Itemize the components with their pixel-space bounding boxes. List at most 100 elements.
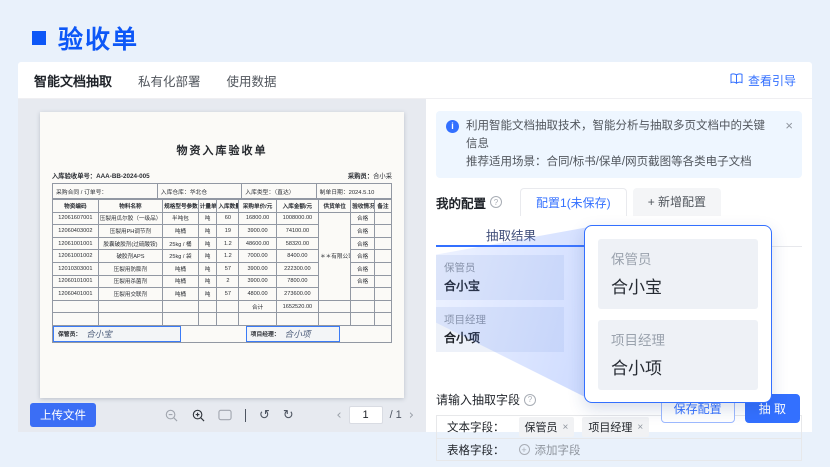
doc-cell (198, 313, 217, 326)
view-guide-link[interactable]: 查看引导 (730, 72, 796, 89)
rotate-right-icon[interactable]: ↻ (283, 408, 294, 423)
doc-cell: 吨 (198, 225, 217, 238)
doc-table-row: 12061607001压裂用瓜尔胶（一级品）半吨包吨6016800.001008… (53, 212, 392, 225)
doc-cell: 12061001001 (53, 237, 99, 250)
doc-table-header: 物资编码物料名称规格型号参数计量单位入库数量采购单价/元入库金额/元供货单位验收… (53, 200, 392, 213)
tag-remove-icon[interactable]: × (637, 422, 643, 433)
doc-cell (239, 313, 276, 326)
field-tag[interactable]: 保管员 × (519, 417, 575, 437)
nav-tab[interactable]: 私有化部署 (138, 71, 201, 90)
doc-cell (163, 313, 199, 326)
doc-cell: 合格 (351, 212, 375, 225)
doc-cell: 58320.00 (276, 237, 318, 250)
doc-cell: 12061607001 (53, 212, 99, 225)
doc-cell (375, 288, 392, 301)
info-icon: i (446, 120, 459, 133)
title-square-icon (32, 31, 46, 45)
doc-cell: 吨桶 (163, 288, 199, 301)
doc-col-header: 入库金额/元 (276, 200, 318, 213)
doc-total-row: 合计1652520.00 (53, 300, 392, 313)
doc-cell: 2 (217, 275, 239, 288)
page-header: 验收单 (32, 20, 139, 56)
doc-cell (351, 313, 375, 326)
nav-tab[interactable]: 智能文档抽取 (34, 71, 112, 90)
page-total: / 1 (390, 409, 402, 421)
doc-meta-row: 采购合同 / 订单号： 入库仓库：华北仓 入库类型：（直达） 制单日期：2024… (52, 183, 392, 199)
doc-cell: 合计 (239, 300, 276, 313)
doc-receipt-no-label: 入库验收单号： (52, 173, 96, 180)
doc-cell: 25kg / 袋 (163, 250, 199, 263)
main-card: 智能文档抽取 私有化部署 使用数据 查看引导 物资入库验收单 入库验收单号：AAA-… (18, 62, 812, 432)
doc-cell: 破胶剂APS (98, 250, 162, 263)
upload-file-button[interactable]: 上传文件 (30, 403, 96, 427)
doc-cell: 压裂用杀菌剂 (98, 275, 162, 288)
view-guide-label: 查看引导 (748, 72, 796, 89)
config-help-icon[interactable]: ? (490, 196, 502, 208)
add-config-tab[interactable]: + 新增配置 (633, 188, 721, 216)
popup-result-label: 保管员 (611, 248, 745, 268)
info-banner: i 利用智能文档抽取技术，智能分析与抽取多页文档中的关键信息 推荐适用场景：合同… (436, 111, 802, 178)
doc-col-header: 采购单价/元 (239, 200, 276, 213)
config-tab-1[interactable]: 配置1(未保存) (520, 188, 627, 216)
doc-title: 物资入库验收单 (52, 142, 392, 158)
banner-close-icon[interactable]: × (785, 116, 793, 136)
field-tag-label: 保管员 (525, 419, 558, 435)
doc-cell: 57 (217, 262, 239, 275)
field-tag[interactable]: 项目经理 × (582, 417, 649, 437)
doc-cell: 12061001002 (53, 250, 99, 263)
top-tabbar: 智能文档抽取 私有化部署 使用数据 查看引导 (18, 62, 812, 99)
doc-cell (217, 300, 239, 313)
keeper-detection-box[interactable]: 保管员： 合小宝 (53, 326, 181, 342)
nav-tab[interactable]: 使用数据 (227, 71, 277, 90)
doc-col-header: 备注 (375, 200, 392, 213)
pm-detection-box[interactable]: 项目经理： 合小项 (246, 326, 341, 342)
doc-cell: 胶囊破胶剂(过硫酸铵) (98, 237, 162, 250)
doc-cell: 半吨包 (163, 212, 199, 225)
doc-buyer-label: 采购员： (348, 173, 373, 180)
doc-cell (351, 288, 375, 301)
doc-info-line: 入库验收单号：AAA-BB-2024-005 采购员：合小采 (52, 171, 392, 180)
popup-result-label: 项目经理 (611, 329, 745, 349)
tag-remove-icon[interactable]: × (563, 422, 569, 433)
rotate-left-icon[interactable]: ↺ (259, 408, 270, 423)
doc-cell: 25kg / 桶 (163, 237, 199, 250)
doc-signature-row: 保管员： 合小宝 项目经理： 合小项 (52, 326, 392, 343)
add-field-label: 添加字段 (535, 442, 581, 458)
add-field-button[interactable]: + 添加字段 (519, 442, 581, 458)
fit-view-icon[interactable] (218, 408, 232, 422)
doc-table: 物资编码物料名称规格型号参数计量单位入库数量采购单价/元入库金额/元供货单位验收… (52, 199, 392, 326)
doc-cell: 1008000.00 (276, 212, 318, 225)
pm-label: 项目经理： (251, 329, 280, 338)
zoom-out-icon[interactable] (164, 408, 178, 422)
doc-meta-date: 制单日期：2024.5.10 (317, 184, 391, 198)
banner-line1: 利用智能文档抽取技术，智能分析与抽取多页文档中的关键信息 (466, 118, 776, 154)
page-number-input[interactable] (349, 406, 383, 424)
document-preview-panel: 物资入库验收单 入库验收单号：AAA-BB-2024-005 采购员：合小采 采… (18, 99, 426, 432)
magnifier-beam (436, 227, 586, 397)
document-image[interactable]: 物资入库验收单 入库验收单号：AAA-BB-2024-005 采购员：合小采 采… (40, 112, 404, 398)
zoom-in-icon[interactable] (191, 408, 205, 422)
doc-cell: 273600.00 (276, 288, 318, 301)
next-page-icon[interactable]: › (409, 408, 414, 423)
doc-meta-contract: 采购合同 / 订单号： (53, 184, 158, 198)
field-tag-label: 项目经理 (588, 419, 632, 435)
prev-page-icon[interactable]: ‹ (336, 408, 341, 423)
doc-col-header: 物资编码 (53, 200, 99, 213)
doc-cell: 3900.00 (239, 275, 276, 288)
doc-cell: 压裂用交联剂 (98, 288, 162, 301)
doc-cell: 合格 (351, 262, 375, 275)
doc-cell: 压裂用PH调节剂 (98, 225, 162, 238)
doc-cell: 合格 (351, 225, 375, 238)
doc-cell: 压裂用瓜尔胶（一级品） (98, 212, 162, 225)
doc-cell: 222300.00 (276, 262, 318, 275)
config-tabs: 配置1(未保存) + 新增配置 (520, 188, 721, 216)
doc-empty-row (53, 313, 392, 326)
doc-cell: 吨 (198, 237, 217, 250)
doc-cell (217, 313, 239, 326)
field-help-icon[interactable]: ? (524, 394, 536, 406)
doc-col-header: 入库数量 (217, 200, 239, 213)
toolbar-divider (245, 409, 246, 422)
doc-cell: 吨 (198, 212, 217, 225)
table-field-label: 表格字段： (447, 442, 505, 458)
config-row: 我的配置 ? 配置1(未保存) + 新增配置 (436, 188, 802, 216)
